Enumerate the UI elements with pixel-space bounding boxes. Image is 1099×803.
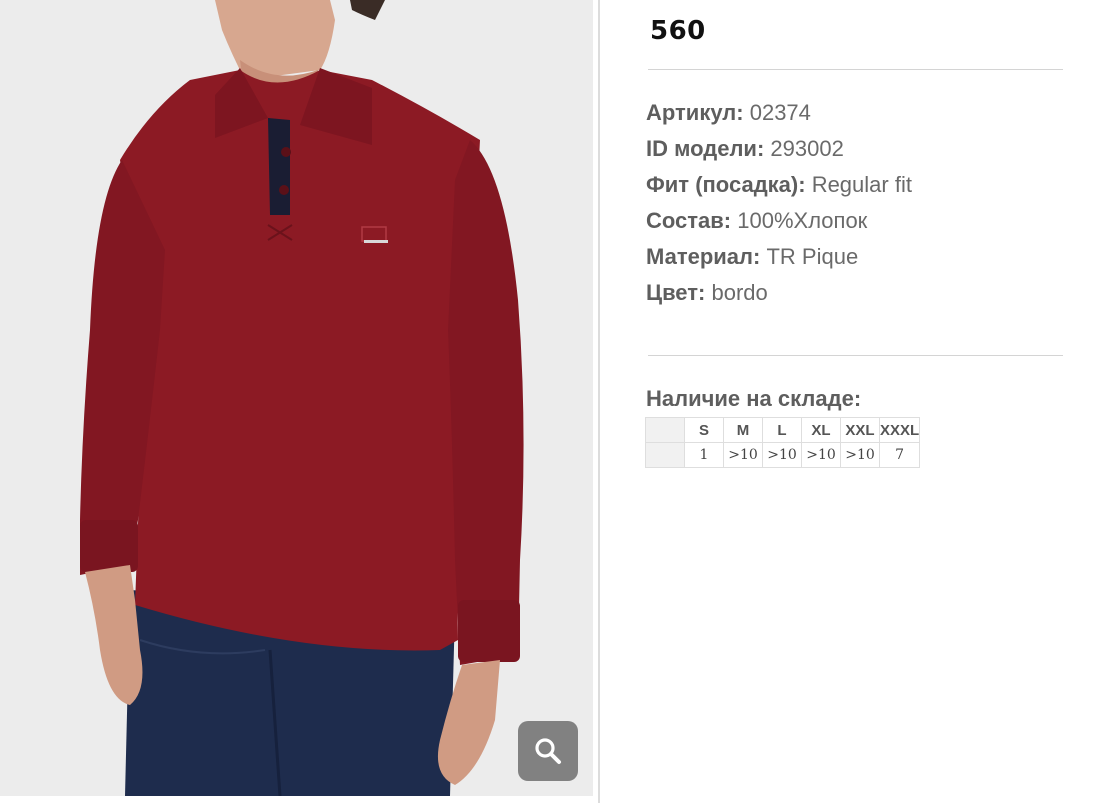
spec-value: TR Pique bbox=[766, 244, 859, 269]
spec-material: Материал: TR Pique bbox=[646, 242, 912, 278]
size-header: S bbox=[684, 417, 724, 443]
spec-composition: Состав: 100%Хлопок bbox=[646, 206, 912, 242]
product-image[interactable] bbox=[0, 0, 593, 796]
table-corner-cell bbox=[645, 417, 685, 443]
size-header: XXL bbox=[840, 417, 880, 443]
spec-label: Фит (посадка): bbox=[646, 172, 806, 197]
spec-label: Артикул: bbox=[646, 100, 744, 125]
spec-article: Артикул: 02374 bbox=[646, 98, 912, 134]
spec-label: ID модели: bbox=[646, 136, 765, 161]
stock-title: Наличие на складе: bbox=[646, 386, 862, 411]
stock-quantity: >10 bbox=[801, 442, 841, 468]
divider-line bbox=[648, 69, 1063, 70]
panel-divider bbox=[598, 0, 600, 803]
spec-label: Цвет: bbox=[646, 280, 706, 305]
stock-table: S M L XL XXL XXXL 1 >10 >10 >10 >10 7 bbox=[645, 417, 921, 468]
spec-value: bordo bbox=[711, 280, 768, 305]
spec-value: 100%Хлопок bbox=[737, 208, 868, 233]
product-photo bbox=[0, 0, 593, 796]
spec-label: Состав: bbox=[646, 208, 732, 233]
stock-quantity: 1 bbox=[684, 442, 724, 468]
spec-value: 293002 bbox=[770, 136, 844, 161]
stock-quantity: >10 bbox=[762, 442, 802, 468]
divider-line bbox=[648, 355, 1063, 356]
product-specs: Артикул: 02374 ID модели: 293002 Фит (по… bbox=[646, 98, 912, 314]
stock-quantity: 7 bbox=[878, 442, 921, 468]
search-icon bbox=[535, 738, 561, 764]
spec-model-id: ID модели: 293002 bbox=[646, 134, 912, 170]
spec-label: Материал: bbox=[646, 244, 761, 269]
stock-quantity: >10 bbox=[840, 442, 880, 468]
spec-value: Regular fit bbox=[811, 172, 912, 197]
stock-size-row: S M L XL XXL XXXL bbox=[645, 417, 921, 443]
spec-color: Цвет: bordo bbox=[646, 278, 912, 314]
stock-quantity-row: 1 >10 >10 >10 >10 7 bbox=[645, 442, 921, 468]
stock-quantity: >10 bbox=[723, 442, 763, 468]
size-header: M bbox=[723, 417, 763, 443]
size-header: XXXL bbox=[878, 417, 921, 443]
size-header: L bbox=[762, 417, 802, 443]
spec-value: 02374 bbox=[749, 100, 811, 125]
zoom-button[interactable] bbox=[518, 721, 578, 781]
product-price: 560 bbox=[650, 16, 706, 46]
table-corner-cell bbox=[645, 442, 685, 468]
spec-fit: Фит (посадка): Regular fit bbox=[646, 170, 912, 206]
size-header: XL bbox=[801, 417, 841, 443]
